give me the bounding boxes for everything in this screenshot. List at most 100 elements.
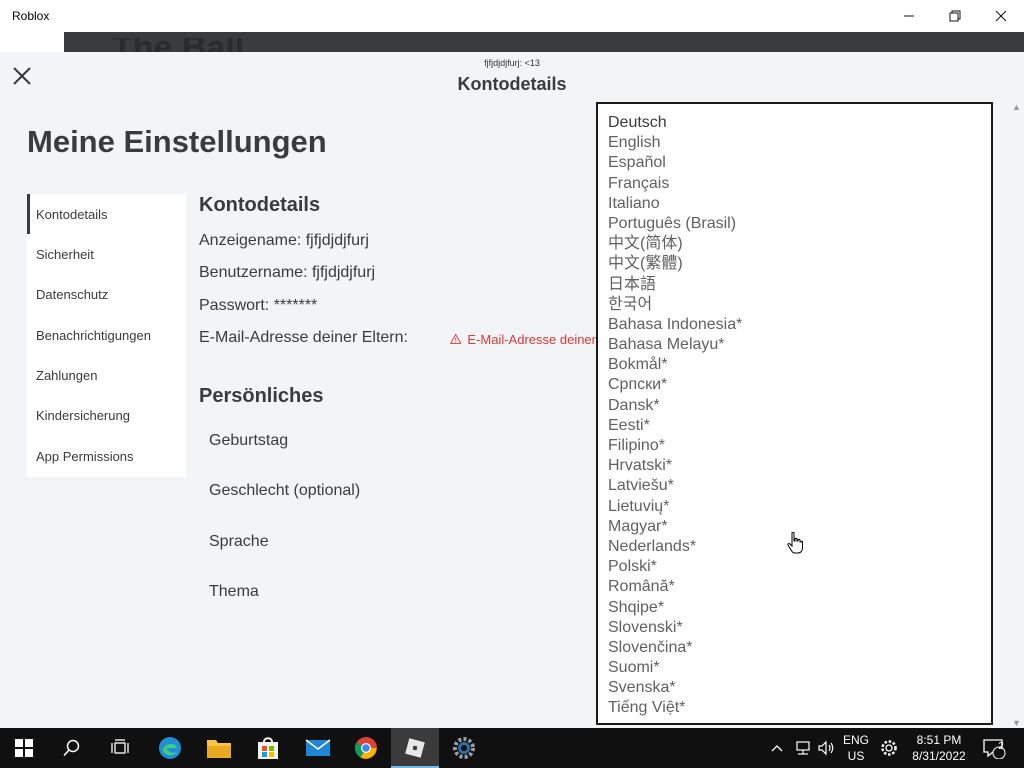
sidebar-item-sicherheit[interactable]: Sicherheit (27, 234, 186, 274)
language-option[interactable]: 中文(繁體) (598, 254, 991, 274)
window-titlebar: Roblox (0, 0, 1024, 32)
window-title: Roblox (12, 9, 50, 23)
language-option[interactable]: Bahasa Melayu* (598, 335, 991, 355)
language-option[interactable]: Português (Brasil) (598, 214, 991, 234)
theme-label: Thema (209, 583, 259, 600)
language-option[interactable]: Filipino* (598, 436, 991, 456)
restore-icon (949, 10, 961, 22)
restore-button[interactable] (932, 0, 978, 32)
settings-taskbar-button[interactable] (440, 728, 488, 768)
network-icon (796, 741, 810, 755)
display-name-field: Anzeigename: fjfjdjdjfurj (199, 232, 369, 249)
language-option[interactable]: 中文(简体) (598, 234, 991, 254)
roblox-icon (405, 738, 425, 758)
sidebar-item-kindersicherung[interactable]: Kindersicherung (27, 395, 186, 435)
language-option[interactable]: Slovenski* (598, 618, 991, 638)
input-language-indicator[interactable]: ENG US (840, 732, 872, 764)
language-option[interactable]: Dansk* (598, 396, 991, 416)
language-option[interactable]: Deutsch (598, 113, 991, 133)
gear-icon (453, 737, 475, 759)
gear-icon (881, 740, 897, 756)
language-option[interactable]: Polski* (598, 557, 991, 577)
chevron-up-icon (771, 745, 783, 752)
language-dropdown-list[interactable]: Deutsch English Español Français Italian… (596, 102, 993, 725)
sidebar-item-kontodetails[interactable]: Kontodetails (27, 194, 186, 234)
language-option[interactable]: Shqipe* (598, 598, 991, 618)
network-button[interactable] (794, 728, 812, 768)
taskbar: ENG US 8:51 PM 8/31/2022 2 (0, 728, 1024, 768)
background-title: The Ball (112, 38, 244, 52)
speaker-icon (818, 740, 834, 756)
page-scrollbar[interactable]: ▲ ▼ (1008, 102, 1024, 728)
language-option[interactable]: Lietuvių* (598, 497, 991, 517)
username-field: Benutzername: fjfjdjdjfurj (199, 264, 376, 281)
start-button[interactable] (0, 728, 48, 768)
mail-icon (305, 739, 331, 756)
language-option[interactable]: Suomi* (598, 658, 991, 678)
language-option[interactable]: Bahasa Indonesia* (598, 315, 991, 335)
store-taskbar-button[interactable] (244, 728, 292, 768)
settings-tray-button[interactable] (880, 728, 898, 768)
language-option[interactable]: Svenska* (598, 678, 991, 698)
language-option[interactable]: Français (598, 174, 991, 194)
settings-sidebar: Kontodetails Sicherheit Datenschutz Bena… (27, 194, 186, 477)
clock-date: 8/31/2022 (912, 749, 966, 763)
volume-button[interactable] (818, 728, 836, 768)
language-option[interactable]: 한국어 (598, 295, 991, 315)
search-button[interactable] (48, 728, 96, 768)
parent-email-warning-text: E-Mail-Adresse deiner (467, 331, 596, 347)
sidebar-item-benachrichtigungen[interactable]: Benachrichtigungen (27, 315, 186, 355)
close-icon (995, 10, 1007, 22)
sidebar-item-datenschutz[interactable]: Datenschutz (27, 274, 186, 314)
warning-icon (450, 333, 462, 344)
parent-email-label: E-Mail-Adresse deiner Eltern: (199, 329, 408, 346)
sidebar-item-zahlungen[interactable]: Zahlungen (27, 355, 186, 395)
language-option[interactable]: Hrvatski* (598, 456, 991, 476)
edge-taskbar-button[interactable] (146, 728, 194, 768)
clock-time: 8:51 PM (916, 733, 962, 747)
scroll-down-icon[interactable]: ▼ (1012, 718, 1021, 728)
background-panel (0, 32, 64, 52)
show-hidden-icons-button[interactable] (770, 728, 784, 768)
task-view-button[interactable] (96, 728, 144, 768)
task-view-icon (111, 739, 129, 754)
language-code: ENG (842, 733, 869, 747)
scroll-up-icon[interactable]: ▲ (1012, 102, 1021, 112)
language-option[interactable]: Eesti* (598, 416, 991, 436)
hand-cursor-icon (787, 532, 803, 554)
password-field: Passwort: ******* (199, 297, 318, 314)
language-option[interactable]: English (598, 133, 991, 153)
minimize-button[interactable] (886, 0, 932, 32)
minimize-icon (904, 15, 914, 17)
background-app-header: The Ball (0, 32, 1024, 52)
birthday-label: Geburtstag (209, 432, 289, 449)
chrome-icon (355, 737, 377, 759)
region-code: US (847, 749, 865, 763)
language-option[interactable]: 日本語 (598, 275, 991, 295)
roblox-taskbar-button[interactable] (391, 728, 439, 768)
language-option[interactable]: Italiano (598, 194, 991, 214)
language-option[interactable]: Español (598, 153, 991, 173)
modal-title: Kontodetails (457, 74, 567, 94)
file-explorer-taskbar-button[interactable] (195, 728, 243, 768)
language-option[interactable]: Tiếng Việt* (598, 698, 991, 718)
language-option[interactable]: Српски* (598, 375, 991, 395)
language-option[interactable]: Română* (598, 577, 991, 597)
edge-icon (159, 737, 181, 759)
language-option[interactable]: Slovenčina* (598, 638, 991, 658)
close-window-button[interactable] (978, 0, 1024, 32)
search-icon (63, 739, 80, 757)
mail-taskbar-button[interactable] (294, 728, 342, 768)
language-label: Sprache (209, 533, 269, 550)
notifications-button[interactable]: 2 (982, 728, 1006, 768)
language-option[interactable]: Latviešu* (598, 476, 991, 496)
page-title: Meine Einstellungen (27, 124, 327, 159)
sidebar-item-app-permissions[interactable]: App Permissions (27, 436, 186, 476)
parent-email-warning[interactable]: E-Mail-Adresse deiner (450, 331, 596, 347)
notification-count: 2 (998, 741, 1004, 752)
chrome-taskbar-button[interactable] (342, 728, 390, 768)
taskbar-clock[interactable]: 8:51 PM 8/31/2022 (906, 732, 972, 764)
language-option[interactable]: Bokmål* (598, 355, 991, 375)
personal-section-title: Persönliches (199, 385, 324, 407)
folder-icon (207, 740, 231, 758)
